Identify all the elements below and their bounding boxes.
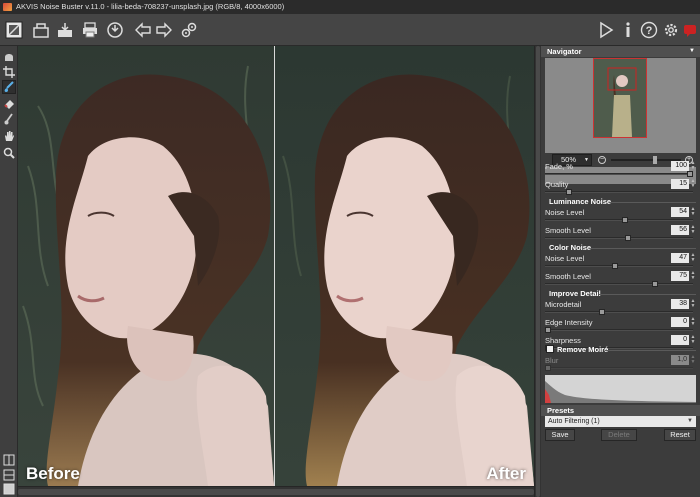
edge-intensity-slider[interactable] — [545, 329, 693, 331]
redo-arrow-icon[interactable] — [154, 20, 174, 40]
microdetail-slider[interactable] — [545, 311, 693, 313]
microdetail-slider-knob[interactable] — [598, 309, 605, 315]
color-smooth-level-setting: Smooth Level 75 ▲ ▼ — [541, 271, 700, 288]
zoom-tool-icon[interactable] — [2, 146, 16, 160]
split-view-icon[interactable] — [2, 453, 16, 467]
before-label: Before — [26, 464, 80, 483]
run-play-icon[interactable] — [596, 20, 616, 40]
edge-intensity-value[interactable]: 0 — [671, 317, 689, 327]
notifications-icon[interactable] — [680, 20, 700, 40]
navigator-header[interactable]: Navigator ▼ — [541, 46, 700, 57]
fade-slider[interactable] — [545, 173, 693, 175]
luminance-noise-slider[interactable] — [545, 219, 693, 221]
save-preset-button[interactable]: Save — [545, 429, 575, 441]
remove-moire-checkbox[interactable] — [546, 345, 554, 353]
quality-value[interactable]: 15 — [671, 179, 689, 189]
color-smooth-slider-knob[interactable] — [651, 281, 658, 287]
open-file-icon[interactable] — [31, 20, 51, 40]
window-title: AKVIS Noise Buster v.11.0 - lilia-beda-7… — [16, 2, 285, 11]
save-file-icon[interactable] — [55, 20, 75, 40]
fade-slider-knob[interactable] — [687, 171, 693, 177]
color-noise-slider-knob[interactable] — [611, 263, 618, 269]
quality-slider-knob[interactable] — [566, 189, 573, 195]
after-image: After — [275, 46, 534, 486]
collapse-arrow-icon[interactable]: ▼ — [689, 46, 695, 57]
microdetail-value[interactable]: 38 — [671, 299, 689, 309]
luminance-noise-slider-knob[interactable] — [621, 217, 628, 223]
fade-spinner[interactable]: ▲ ▼ — [690, 161, 696, 171]
chevron-down-icon: ▼ — [687, 418, 693, 424]
luminance-noise-title: Luminance Noise — [541, 197, 700, 206]
blur-setting: Blur 1,0 ▲ ▼ — [541, 355, 700, 372]
sharpness-spinner[interactable]: ▲ ▼ — [690, 335, 696, 345]
color-noise-slider[interactable] — [545, 265, 693, 267]
luminance-noise-value[interactable]: 54 — [671, 207, 689, 217]
settings-gear-icon[interactable] — [661, 20, 681, 40]
share-icon[interactable] — [105, 20, 125, 40]
brush-tool-icon[interactable] — [2, 80, 16, 94]
fade-setting: Fade, % 100 ▲ ▼ — [541, 161, 700, 178]
luminance-smooth-level-setting: Smooth Level 56 ▲ ▼ — [541, 225, 700, 242]
reset-preset-button[interactable]: Reset — [664, 429, 696, 441]
color-smooth-value[interactable]: 75 — [671, 271, 689, 281]
luminance-smooth-value[interactable]: 56 — [671, 225, 689, 235]
blur-value[interactable]: 1,0 — [671, 355, 689, 365]
canvas-view-icon[interactable] — [4, 20, 24, 40]
edge-intensity-setting: Edge Intensity 0 ▲ ▼ — [541, 317, 700, 334]
help-icon[interactable]: ? — [639, 20, 659, 40]
title-bar: AKVIS Noise Buster v.11.0 - lilia-beda-7… — [0, 0, 700, 14]
before-image: Before — [18, 46, 274, 486]
color-noise-title: Color Noise — [541, 243, 700, 252]
vertical-scrollbar[interactable] — [534, 46, 541, 497]
preset-dropdown[interactable]: Auto Filtering (1) ▼ — [545, 416, 696, 427]
compare-view-icon[interactable] — [2, 468, 16, 482]
color-noise-value[interactable]: 47 — [671, 253, 689, 263]
luminance-smooth-spinner[interactable]: ▲ ▼ — [690, 225, 696, 235]
histogram — [545, 375, 696, 403]
print-icon[interactable] — [80, 20, 100, 40]
batch-settings-icon[interactable] — [179, 20, 199, 40]
color-noise-level-setting: Noise Level 47 ▲ ▼ — [541, 253, 700, 270]
blur-spinner[interactable]: ▲ ▼ — [690, 355, 696, 365]
single-view-icon[interactable] — [2, 482, 16, 496]
luminance-noise-spinner[interactable]: ▲ ▼ — [690, 207, 696, 217]
hand-view-icon[interactable] — [2, 50, 16, 64]
tool-strip — [0, 46, 18, 497]
luminance-smooth-slider-knob[interactable] — [624, 235, 631, 241]
undo-arrow-icon[interactable] — [133, 20, 153, 40]
navigator-thumbnail — [593, 58, 647, 138]
app-logo-icon — [3, 3, 12, 11]
microdetail-spinner[interactable]: ▲ ▼ — [690, 299, 696, 309]
info-icon[interactable] — [618, 20, 638, 40]
remove-moire-title: Remove Moiré — [541, 345, 700, 354]
edge-intensity-spinner[interactable]: ▲ ▼ — [690, 317, 696, 327]
quality-spinner[interactable]: ▲ ▼ — [690, 179, 696, 189]
luminance-noise-level-setting: Noise Level 54 ▲ ▼ — [541, 207, 700, 224]
improve-detail-title: Improve Detail — [541, 289, 700, 298]
crop-tool-icon[interactable] — [2, 65, 16, 79]
navigator-title: Navigator — [547, 47, 582, 56]
microdetail-setting: Microdetail 38 ▲ ▼ — [541, 299, 700, 316]
blur-slider-knob[interactable] — [545, 365, 551, 371]
settings-panel: Navigator ▼ 50% ▼ − + Fade, % 100 ▲ ▼ Qu… — [541, 46, 700, 497]
main-toolbar: ? — [0, 14, 700, 46]
horizontal-scrollbar[interactable] — [18, 486, 534, 497]
delete-preset-button[interactable]: Delete — [601, 429, 637, 441]
presets-header: Presets — [541, 405, 700, 416]
fade-value[interactable]: 100 — [671, 161, 689, 171]
blur-slider[interactable] — [545, 367, 693, 369]
sharpness-value[interactable]: 0 — [671, 335, 689, 345]
quality-setting: Quality 15 ▲ ▼ — [541, 179, 700, 196]
image-canvas[interactable]: Before After — [18, 46, 534, 486]
eraser-tool-icon[interactable] — [2, 96, 16, 110]
hand-tool-icon[interactable] — [2, 129, 16, 143]
edge-intensity-slider-knob[interactable] — [545, 327, 551, 333]
color-smooth-slider[interactable] — [545, 283, 693, 285]
after-label: After — [486, 464, 526, 483]
svg-text:?: ? — [646, 25, 653, 37]
color-noise-spinner[interactable]: ▲ ▼ — [690, 253, 696, 263]
color-smooth-spinner[interactable]: ▲ ▼ — [690, 271, 696, 281]
luminance-smooth-slider[interactable] — [545, 237, 693, 239]
history-brush-icon[interactable] — [2, 112, 16, 126]
